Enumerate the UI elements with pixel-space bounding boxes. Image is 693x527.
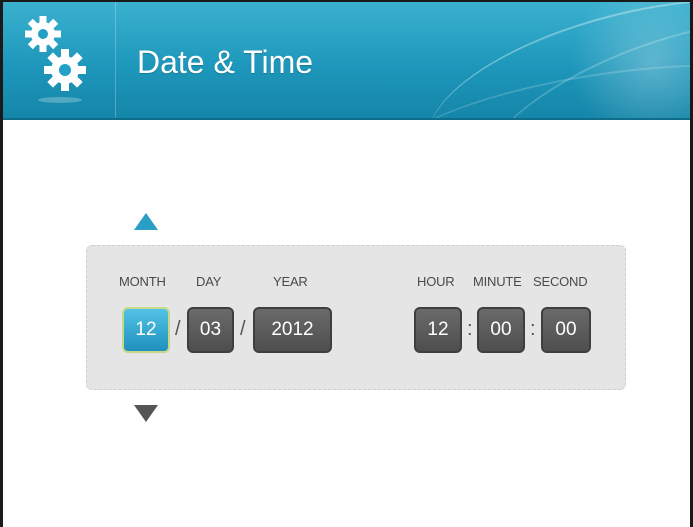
page-title: Date & Time <box>137 44 314 80</box>
time-separator: : <box>467 318 473 340</box>
gears-icon <box>25 16 86 103</box>
decrement-arrow-icon[interactable] <box>134 405 158 422</box>
month-label: MONTH <box>119 274 166 289</box>
second-field[interactable]: 00 <box>541 307 591 353</box>
minute-label: MINUTE <box>473 274 522 289</box>
year-label: YEAR <box>273 274 308 289</box>
date-separator: / <box>240 318 246 340</box>
header-bar: Date & Time <box>3 2 690 120</box>
minute-field[interactable]: 00 <box>477 307 525 353</box>
month-field[interactable]: 12 <box>122 307 170 353</box>
hour-field[interactable]: 12 <box>414 307 462 353</box>
day-field[interactable]: 03 <box>187 307 234 353</box>
header-divider <box>115 2 116 118</box>
day-label: DAY <box>196 274 222 289</box>
date-separator: / <box>175 318 181 340</box>
second-label: SECOND <box>533 274 588 289</box>
increment-arrow-icon[interactable] <box>134 213 158 230</box>
year-field[interactable]: 2012 <box>253 307 332 353</box>
hour-label: HOUR <box>417 274 455 289</box>
time-separator: : <box>530 318 536 340</box>
date-time-screen: Date & Time MONTH DAY YEAR HOUR MINUTE S… <box>0 0 693 527</box>
